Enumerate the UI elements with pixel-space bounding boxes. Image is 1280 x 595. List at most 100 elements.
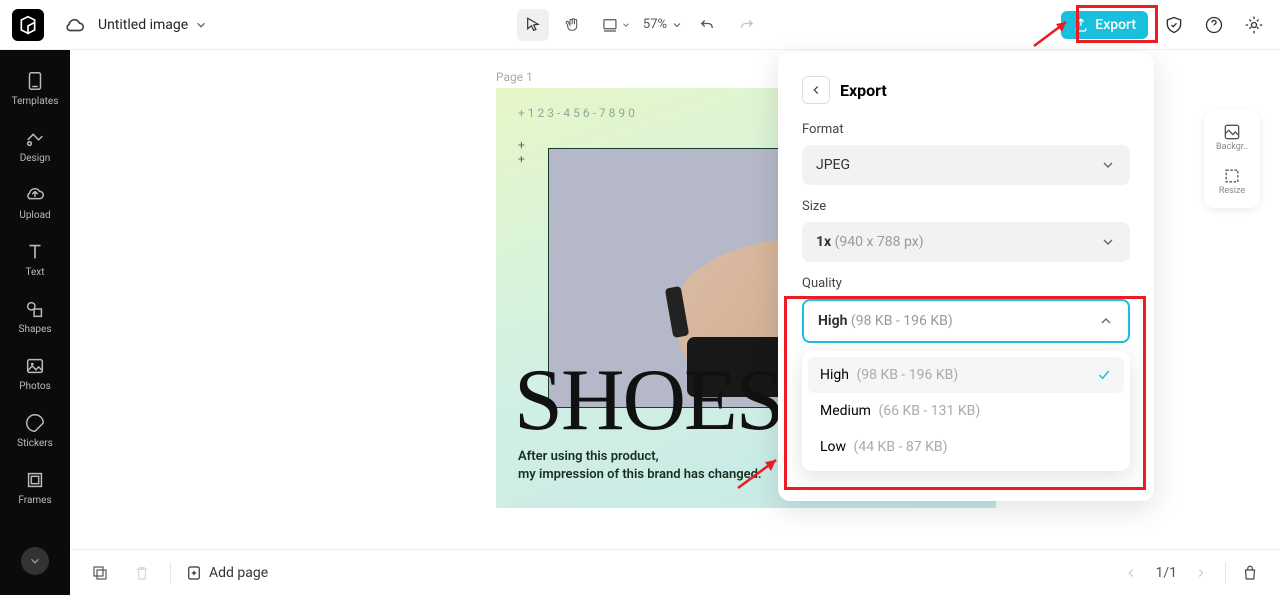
undo-icon	[698, 16, 716, 34]
bottom-bar: Add page 1/1	[70, 549, 1280, 595]
sidebar-expand-button[interactable]	[21, 547, 49, 575]
sidebar-item-label: Stickers	[17, 438, 53, 449]
next-page-button[interactable]	[1187, 559, 1215, 587]
redo-icon	[738, 16, 756, 34]
top-bar: Untitled image 57% Export	[0, 0, 1280, 50]
export-button[interactable]: Export	[1061, 11, 1148, 39]
layers-icon	[91, 564, 109, 582]
quality-option-name: Medium	[820, 403, 871, 419]
lock-button[interactable]	[1236, 559, 1264, 587]
hand-tool[interactable]	[557, 9, 589, 41]
size-prefix: 1x	[816, 234, 831, 250]
chevron-down-icon	[1100, 234, 1116, 250]
quality-option-medium[interactable]: Medium (66 KB - 131 KB)	[808, 393, 1124, 429]
sidebar-item-label: Templates	[12, 96, 59, 107]
sidebar-item-label: Shapes	[19, 324, 52, 335]
sidebar-item-stickers[interactable]: Stickers	[0, 402, 70, 459]
templates-icon	[24, 70, 46, 92]
sidebar-item-text[interactable]: Text	[0, 231, 70, 288]
sidebar-item-upload[interactable]: Upload	[0, 174, 70, 231]
quality-value: High (98 KB - 196 KB)	[818, 313, 953, 329]
sidebar-item-photos[interactable]: Photos	[0, 345, 70, 402]
chevron-down-icon	[28, 554, 42, 568]
zoom-control[interactable]: 57%	[643, 17, 683, 32]
design-caption: After using this product, my impression …	[518, 448, 762, 484]
logo-icon	[18, 15, 38, 35]
sidebar-item-frames[interactable]: Frames	[0, 459, 70, 516]
help-button[interactable]	[1200, 11, 1228, 39]
check-icon	[1096, 367, 1112, 383]
quality-option-high[interactable]: High (98 KB - 196 KB)	[808, 357, 1124, 393]
artboard-tool[interactable]	[597, 9, 635, 41]
sidebar-item-label: Design	[20, 153, 51, 164]
export-back-button[interactable]	[802, 76, 830, 104]
quality-option-size: (98 KB - 196 KB)	[856, 367, 958, 383]
prev-page-button[interactable]	[1117, 559, 1145, 587]
background-icon	[1222, 122, 1242, 142]
quality-dropdown: High (98 KB - 196 KB) Medium (66 KB - 13…	[802, 351, 1130, 471]
left-sidebar: Templates Design Upload Text Shapes Phot…	[0, 0, 70, 595]
frames-icon	[24, 469, 46, 491]
format-label: Format	[802, 122, 1130, 137]
quality-select[interactable]: High (98 KB - 196 KB)	[802, 299, 1130, 343]
sidebar-item-templates[interactable]: Templates	[0, 60, 70, 117]
chevron-right-icon	[1194, 566, 1208, 580]
design-caption-line1: After using this product,	[518, 449, 659, 464]
cloud-save-icon[interactable]	[64, 14, 86, 36]
chevron-down-icon	[194, 18, 208, 32]
chevron-down-icon	[621, 20, 631, 30]
sidebar-item-design[interactable]: Design	[0, 117, 70, 174]
trash-icon	[133, 564, 151, 582]
document-title[interactable]: Untitled image	[98, 17, 208, 33]
export-panel-title: Export	[840, 81, 887, 100]
app-logo[interactable]	[12, 9, 44, 41]
add-page-icon	[185, 564, 203, 582]
export-panel-header: Export	[802, 76, 1130, 104]
chevron-up-icon	[1098, 313, 1114, 329]
shopping-bag-icon	[1241, 564, 1259, 582]
size-label: Size	[802, 199, 1130, 214]
redo-button[interactable]	[731, 9, 763, 41]
add-page-label: Add page	[209, 565, 268, 581]
right-tool-label: Backgr..	[1216, 142, 1248, 152]
size-value: 1x (940 x 788 px)	[816, 234, 924, 250]
quality-option-low[interactable]: Low (44 KB - 87 KB)	[808, 429, 1124, 465]
text-icon	[24, 241, 46, 263]
help-icon	[1204, 15, 1224, 35]
cursor-icon	[524, 16, 542, 34]
chevron-down-icon	[1100, 157, 1116, 173]
resize-icon	[1222, 166, 1242, 186]
chevron-left-icon	[1124, 566, 1138, 580]
design-headline: SHOES	[514, 350, 783, 451]
sidebar-item-label: Upload	[19, 210, 50, 221]
quality-label: Quality	[802, 276, 1130, 291]
format-select[interactable]: JPEG	[802, 145, 1130, 185]
upload-icon	[24, 184, 46, 206]
sidebar-item-shapes[interactable]: Shapes	[0, 288, 70, 345]
settings-button[interactable]	[1240, 11, 1268, 39]
photos-icon	[24, 355, 46, 377]
artboard-icon	[601, 16, 619, 34]
export-icon	[1073, 17, 1089, 33]
stickers-icon	[24, 412, 46, 434]
design-icon	[24, 127, 46, 149]
size-dimensions: (940 x 788 px)	[835, 234, 924, 250]
quality-option-name: High	[820, 367, 849, 383]
design-phone-number: +123-456-7890	[518, 106, 638, 120]
right-tool-panel: Backgr.. Resize	[1204, 110, 1260, 208]
page-label: Page 1	[496, 70, 533, 84]
select-tool[interactable]	[517, 9, 549, 41]
chevron-left-icon	[809, 83, 823, 97]
background-tool[interactable]: Backgr..	[1210, 116, 1254, 158]
add-page-button[interactable]: Add page	[185, 564, 268, 582]
resize-tool[interactable]: Resize	[1210, 160, 1254, 202]
undo-button[interactable]	[691, 9, 723, 41]
size-select[interactable]: 1x (940 x 788 px)	[802, 222, 1130, 262]
top-right-controls: Export	[1061, 11, 1268, 39]
delete-button[interactable]	[128, 559, 156, 587]
layers-button[interactable]	[86, 559, 114, 587]
shield-button[interactable]	[1160, 11, 1188, 39]
hand-icon	[564, 16, 582, 34]
quality-selected-size: (98 KB - 196 KB)	[851, 313, 953, 329]
design-plus-marks: ++	[518, 138, 525, 166]
